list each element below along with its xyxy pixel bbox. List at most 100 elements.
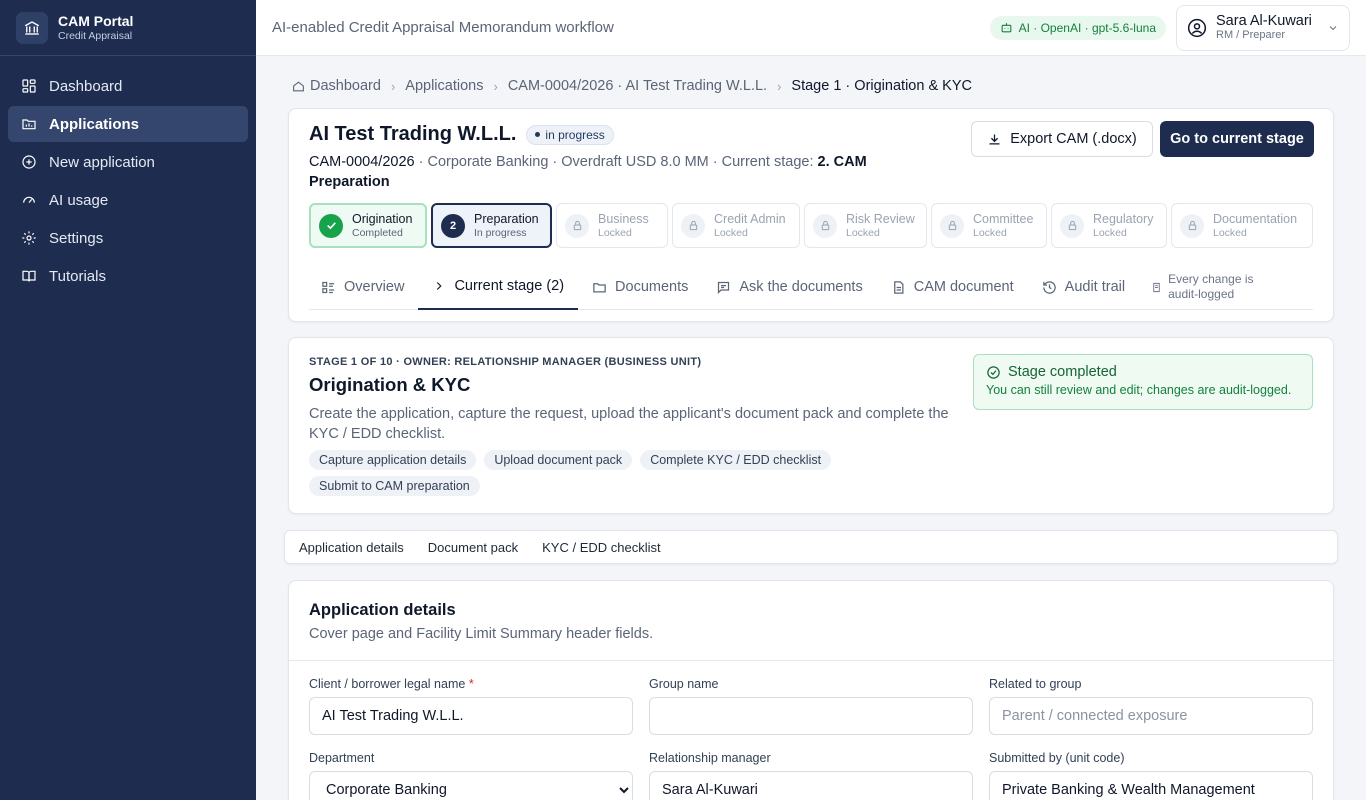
client-name-input[interactable]	[309, 697, 633, 735]
audit-note-text: Every change is audit-logged	[1168, 272, 1254, 301]
sidebar-item-applications[interactable]: Applications	[8, 106, 248, 142]
audit-note: Every change is audit-logged	[1151, 272, 1268, 302]
stage-status: Completed	[352, 226, 403, 239]
submitted-by-field: Submitted by (unit code)	[989, 751, 1313, 800]
robot-icon	[1001, 23, 1011, 33]
breadcrumb-applications[interactable]: Applications	[405, 78, 483, 94]
application-ref: CAM-0004/2026	[309, 154, 415, 170]
lock-icon	[813, 213, 837, 238]
brand[interactable]: CAM Portal Credit Appraisal	[0, 0, 256, 56]
stage-business: Business Locked	[556, 203, 668, 248]
department-field: Department Corporate Banking	[309, 751, 633, 800]
chevron-down-icon	[1329, 25, 1337, 30]
group-name-field: Group name	[649, 677, 973, 735]
home-icon	[293, 80, 304, 91]
lock-icon	[565, 213, 589, 238]
book-icon	[22, 270, 36, 282]
go-to-current-stage-button[interactable]: Go to current stage	[1160, 121, 1314, 157]
tab-label: Overview	[344, 279, 405, 295]
submitted-by-label: Submitted by (unit code)	[989, 751, 1125, 765]
export-cam-button[interactable]: Export CAM (.docx)	[971, 121, 1153, 157]
subtab-kyc-checklist[interactable]: KYC / EDD checklist	[542, 540, 660, 555]
tab-cam-document[interactable]: CAM document	[877, 265, 1028, 310]
tab-current-stage[interactable]: Current stage (2)	[418, 265, 579, 310]
task-chip: Submit to CAM preparation	[309, 476, 480, 496]
tab-documents[interactable]: Documents	[578, 265, 702, 310]
relationship-manager-field: Relationship manager	[649, 751, 973, 800]
lock-icon	[940, 213, 964, 238]
application-title: AI Test Trading W.L.L.	[309, 123, 517, 145]
sidebar-item-label: Tutorials	[49, 267, 106, 285]
tab-overview[interactable]: Overview	[309, 265, 418, 310]
breadcrumb-application[interactable]: CAM-0004/2026 · AI Test Trading W.L.L.	[508, 78, 767, 94]
sidebar-item-new-application[interactable]: New application	[8, 144, 248, 180]
stage-name: Risk Review	[846, 211, 915, 226]
application-tabs: Overview Current stage (2) Documents Ask…	[309, 265, 1313, 310]
stage-name: Preparation	[474, 211, 539, 226]
user-name: Sara Al-Kuwari	[1216, 13, 1312, 29]
tab-ask-documents[interactable]: Ask the documents	[702, 265, 876, 310]
topbar: AI-enabled Credit Appraisal Memorandum w…	[256, 0, 1366, 56]
breadcrumb-label: Dashboard	[310, 78, 381, 94]
stage-documentation: Documentation Locked	[1171, 203, 1313, 248]
gear-icon	[22, 231, 36, 245]
ai-status-badge: AI · OpenAI · gpt-5.6-luna	[989, 15, 1166, 40]
stage-status: Locked	[973, 226, 1007, 239]
check-circle-icon	[987, 365, 1000, 379]
stage-origination[interactable]: Origination Completed	[309, 203, 427, 248]
tab-audit-trail[interactable]: Audit trail	[1028, 265, 1139, 310]
breadcrumb-dashboard[interactable]: Dashboard	[292, 78, 381, 94]
overview-icon	[322, 281, 335, 293]
ai-status-label: AI · OpenAI · gpt-5.6-luna	[1018, 20, 1156, 35]
application-meta-text: · Corporate Banking · Overdraft USD 8.0 …	[414, 154, 818, 170]
stage-stepper: Origination Completed 2 Preparation In pro…	[309, 203, 1313, 248]
client-name-field: Client / borrower legal name *	[309, 677, 633, 735]
gauge-icon	[23, 196, 35, 204]
sidebar: CAM Portal Credit Appraisal Dashboard Ap…	[0, 0, 256, 800]
stage-committee: Committee Locked	[931, 203, 1047, 248]
sidebar-item-ai-usage[interactable]: AI usage	[8, 182, 248, 218]
stage-name: Committee	[973, 211, 1034, 226]
stage-name: Credit Admin	[714, 211, 786, 226]
go-to-current-stage-label: Go to current stage	[1170, 131, 1304, 147]
stage-name: Documentation	[1213, 211, 1298, 226]
stage-status: Locked	[714, 226, 748, 239]
sidebar-item-label: Settings	[49, 229, 104, 247]
lock-icon	[1180, 213, 1204, 238]
group-name-label: Group name	[649, 677, 719, 691]
subtab-application-details[interactable]: Application details	[299, 540, 404, 555]
stage-preparation[interactable]: 2 Preparation In progress	[431, 203, 552, 248]
bank-icon	[16, 11, 48, 44]
submitted-by-input[interactable]	[989, 771, 1313, 800]
sidebar-item-dashboard[interactable]: Dashboard	[8, 68, 248, 104]
relationship-manager-label: Relationship manager	[649, 751, 771, 765]
group-name-input[interactable]	[649, 697, 973, 735]
stage-subtabs: Application details Document pack KYC / …	[284, 530, 1338, 564]
stage-card: STAGE 1 OF 10 · OWNER: RELATIONSHIP MANA…	[288, 337, 1334, 514]
check-icon	[319, 213, 343, 238]
status-badge: in progress	[526, 124, 614, 145]
subtab-document-pack[interactable]: Document pack	[428, 540, 518, 555]
user-role: RM / Preparer	[1216, 29, 1286, 41]
stage-name: Origination	[352, 211, 413, 226]
form-title: Application details	[309, 601, 456, 619]
sidebar-item-tutorials[interactable]: Tutorials	[8, 258, 248, 294]
related-group-input[interactable]	[989, 697, 1313, 735]
lock-icon	[1060, 213, 1084, 238]
tab-label: Audit trail	[1064, 279, 1126, 295]
stage-status: In progress	[474, 226, 527, 239]
relationship-manager-input[interactable]	[649, 771, 973, 800]
sidebar-item-settings[interactable]: Settings	[8, 220, 248, 256]
breadcrumb-current: Stage 1 · Origination & KYC	[791, 78, 972, 94]
form-subtitle: Cover page and Facility Limit Summary he…	[309, 626, 654, 642]
topbar-title: AI-enabled Credit Appraisal Memorandum w…	[272, 19, 614, 36]
brand-subtitle: Credit Appraisal	[58, 29, 133, 42]
log-icon	[1153, 282, 1160, 292]
user-menu[interactable]: Sara Al-Kuwari RM / Preparer	[1176, 4, 1350, 51]
sidebar-item-label: AI usage	[49, 191, 109, 209]
chat-icon	[718, 281, 730, 294]
stage-eyebrow: STAGE 1 OF 10 · OWNER: RELATIONSHIP MANA…	[309, 356, 702, 368]
department-select[interactable]: Corporate Banking	[309, 771, 633, 800]
applications-icon	[22, 119, 36, 130]
status-label: in progress	[545, 127, 605, 142]
